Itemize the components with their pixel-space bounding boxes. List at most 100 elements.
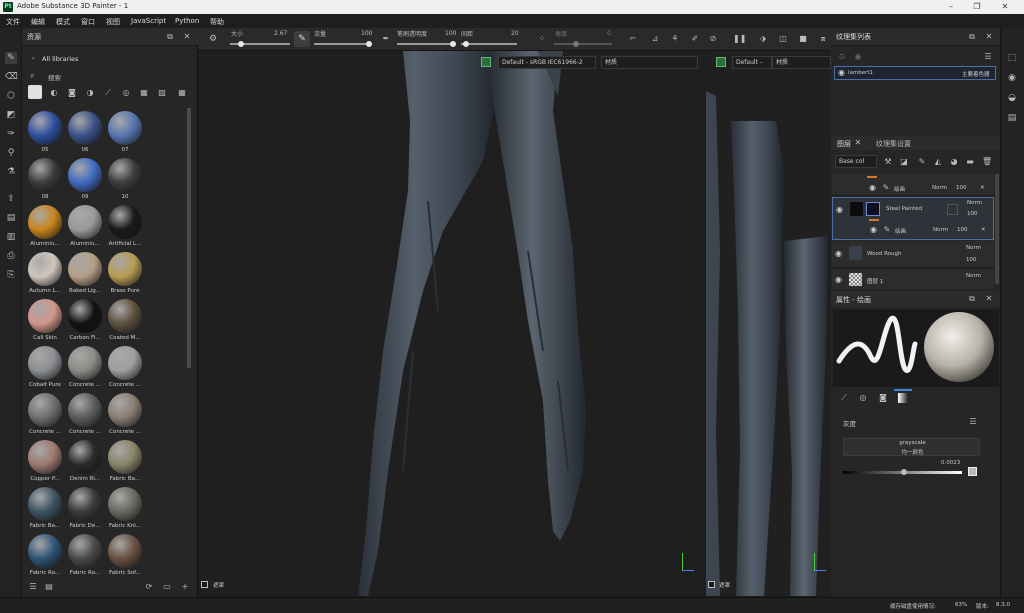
material-thumbnail[interactable]: [28, 299, 62, 333]
bake-icon[interactable]: ⇪: [5, 193, 17, 205]
projection-icon[interactable]: ⬡: [5, 90, 17, 102]
material-thumbnail[interactable]: [28, 111, 62, 145]
material-thumbnail[interactable]: [68, 534, 102, 568]
viewport-3d[interactable]: Default - sRGB IEC61966-2 材质 遮罩: [198, 51, 705, 596]
colorspace-dropdown[interactable]: Default - sRGB IEC61966-2: [498, 56, 596, 69]
menu-mode[interactable]: 模式: [56, 17, 70, 27]
layer-extra-slot[interactable]: [947, 204, 958, 215]
symmetry-icon[interactable]: ⊿: [650, 34, 660, 44]
material-thumbnail[interactable]: [108, 534, 142, 568]
layer-1[interactable]: ◉ 图层 1 Norm: [832, 269, 994, 289]
filter-smart-material-icon[interactable]: ◐: [49, 88, 59, 98]
material-thumbnail[interactable]: [108, 299, 142, 333]
angle-slider[interactable]: [554, 43, 612, 45]
remove-icon[interactable]: ✕: [980, 185, 985, 191]
layers-icon[interactable]: ◉: [1006, 72, 1018, 84]
layer-opacity[interactable]: 100: [956, 185, 967, 191]
scrollbar[interactable]: [187, 108, 191, 368]
add-fill-layer-icon[interactable]: ◭: [933, 157, 943, 167]
opacity-slider[interactable]: [397, 43, 454, 45]
material-thumbnail[interactable]: [108, 205, 142, 239]
spacing-slider[interactable]: [461, 43, 517, 45]
blend-mode[interactable]: Norm: [966, 245, 981, 251]
flow-slider[interactable]: [314, 43, 370, 45]
add-mask-icon[interactable]: ◪: [899, 157, 909, 167]
hide-icon[interactable]: ⊘: [708, 34, 718, 44]
close-panel-icon[interactable]: ✕: [984, 294, 994, 304]
material-thumbnail[interactable]: [28, 487, 62, 521]
brush-settings-icon[interactable]: ⚙: [208, 34, 218, 44]
blend-mode[interactable]: Norm: [933, 227, 948, 233]
filter-material-icon[interactable]: ◑: [85, 88, 95, 98]
texture-set-item[interactable]: ◉ lambert1 主要着色器: [834, 66, 996, 80]
material-thumbnail[interactable]: [68, 393, 102, 427]
opacity-pen-icon[interactable]: ✒: [381, 34, 391, 44]
material-thumbnail[interactable]: [108, 111, 142, 145]
tab-texture-set-settings[interactable]: 纹理集设置: [876, 139, 911, 149]
material-thumbnail[interactable]: [68, 158, 102, 192]
menu-view[interactable]: 视图: [106, 17, 120, 27]
angle-value[interactable]: 0: [607, 30, 611, 37]
link-icon[interactable]: ⊙: [837, 52, 847, 62]
library-selector[interactable]: All libraries: [42, 55, 78, 63]
material-thumbnail[interactable]: [108, 158, 142, 192]
opacity-value[interactable]: 100: [445, 30, 456, 37]
search-input[interactable]: 搜索: [48, 72, 61, 82]
lazy-mouse-icon[interactable]: ⌐: [628, 34, 638, 44]
filter-all-icon[interactable]: [28, 85, 42, 99]
folder-icon[interactable]: ▭: [162, 582, 172, 592]
filter-texture-icon[interactable]: ▦: [139, 88, 149, 98]
eye-icon[interactable]: ◉: [838, 68, 845, 77]
close-panel-icon[interactable]: ✕: [182, 32, 192, 42]
size-value[interactable]: 2.67: [274, 30, 287, 37]
pause-icon[interactable]: ❚❚: [733, 34, 746, 44]
flow-value[interactable]: 100: [361, 30, 372, 37]
opacity-knob[interactable]: [450, 41, 456, 47]
layer-opacity[interactable]: 100: [957, 227, 968, 233]
eye-icon[interactable]: ◉: [869, 183, 876, 192]
add-smart-material-icon[interactable]: ◕: [949, 157, 959, 167]
material-thumbnail[interactable]: [68, 440, 102, 474]
sub-layer-row[interactable]: ◉ ✎ 绘画 Norm 100 ✕: [832, 180, 994, 196]
menu-window[interactable]: 窗口: [81, 17, 95, 27]
library-chevron-icon[interactable]: ›: [32, 54, 35, 62]
export-icon[interactable]: ⎙: [5, 250, 17, 262]
stencil-tab-icon[interactable]: ◙: [878, 393, 888, 403]
remove-icon[interactable]: ✕: [981, 227, 986, 233]
viewport-2d[interactable]: Default - 材质 遮罩: [706, 51, 831, 596]
display-settings-icon[interactable]: ▤: [5, 212, 17, 224]
delete-icon[interactable]: 🗑: [982, 157, 992, 167]
material-thumbnail[interactable]: [28, 346, 62, 380]
mask-checkbox[interactable]: [201, 581, 208, 588]
layer-wood-rough[interactable]: ◉ Wood Rough Norm 100: [832, 241, 994, 268]
material-thumbnail[interactable]: [28, 534, 62, 568]
paint-brush-icon[interactable]: ✎: [5, 52, 17, 64]
material-thumbnail[interactable]: [108, 487, 142, 521]
layer-steel-painted[interactable]: ◉ Steel Painted Norm 100 ◉ ✎ 绘画 Norm 100…: [832, 197, 994, 240]
spacing-knob[interactable]: [463, 41, 469, 47]
mask-checkbox-2d[interactable]: [708, 581, 715, 588]
brush-preset-icon[interactable]: ✎: [294, 31, 310, 47]
layer-opacity[interactable]: 100: [966, 257, 977, 263]
clone-stamp-icon[interactable]: ⚲: [5, 147, 17, 159]
material-thumbnail[interactable]: [68, 252, 102, 286]
gray-knob[interactable]: [901, 469, 907, 475]
material-thumbnail[interactable]: [68, 111, 102, 145]
maximize-icon[interactable]: ❐: [970, 1, 984, 13]
menu-edit[interactable]: 编辑: [31, 17, 45, 27]
refresh-icon[interactable]: ⟳: [144, 582, 154, 592]
layers-scrollbar[interactable]: [995, 174, 999, 284]
add-icon[interactable]: +: [180, 582, 190, 592]
brush-tab-icon[interactable]: ⟋: [839, 393, 849, 403]
log-icon[interactable]: ▤: [1006, 112, 1018, 124]
shader-icon[interactable]: ▥: [5, 231, 17, 243]
tab-layers[interactable]: 图层: [837, 139, 851, 149]
material-thumbnail[interactable]: [28, 205, 62, 239]
material-thumbnail[interactable]: [108, 252, 142, 286]
add-effect-icon[interactable]: ⚒: [883, 157, 893, 167]
filter-environment-icon[interactable]: ▨: [157, 88, 167, 98]
color-picker-icon[interactable]: ⚗: [5, 166, 17, 178]
gray-value[interactable]: 0.0023: [941, 460, 960, 466]
eye-icon[interactable]: ◉: [835, 275, 842, 284]
color-swatch-icon[interactable]: [968, 467, 977, 476]
